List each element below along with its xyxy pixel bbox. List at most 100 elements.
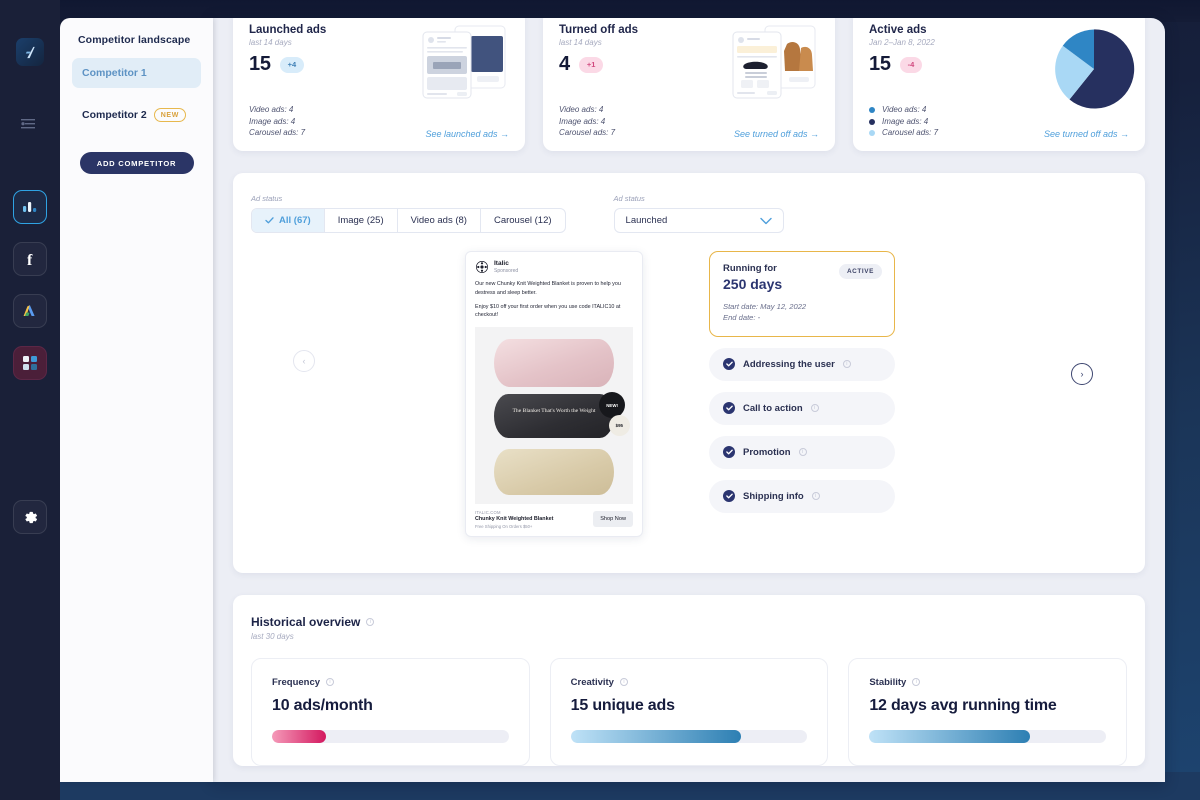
facebook-icon[interactable]: f — [13, 242, 47, 276]
apps-grid-glyph — [23, 356, 37, 370]
metric-label: Creativity — [570, 676, 614, 688]
ad-body-paragraph-2: Enjoy $10 off your first order when you … — [475, 303, 621, 319]
collapse-icon[interactable] — [19, 116, 41, 132]
breakdown-line: Video ads: 4 — [559, 105, 604, 115]
turned-off-ads-thumbnail — [725, 22, 821, 104]
ad-footer: ITALIC.COM Chunky Knit Weighted Blanket … — [466, 504, 642, 536]
sidebar-item-label: Competitor 2 — [82, 109, 147, 121]
see-launched-ads-link[interactable]: See launched ads → — [425, 129, 509, 139]
running-for-box: ACTIVE Running for 250 days Start date: … — [709, 251, 895, 337]
ad-body-text: Our new Chunky Knit Weighted Blanket is … — [466, 274, 642, 320]
ad-status-filter-group: Ad status Launched — [613, 194, 784, 233]
info-icon[interactable]: i — [810, 404, 819, 413]
blanket-cream — [493, 448, 615, 495]
tag-shipping-info[interactable]: Shipping info i — [709, 479, 895, 513]
ad-footer-shipping: Free Shipping On Orders $50+ — [475, 523, 533, 529]
metric-value: 15 unique ads — [570, 696, 675, 714]
ad-status-filter-label: Ad status — [613, 194, 645, 203]
blanket-dark — [493, 393, 615, 439]
ad-preview-card[interactable]: Italic Sponsored Our new Chunky Knit Wei… — [465, 251, 643, 537]
metric-label: Stability — [869, 676, 907, 688]
thumbnail-glyph — [422, 25, 506, 99]
metric-value: 10 ads/month — [272, 696, 373, 714]
ad-footer-title: Chunky Knit Weighted Blanket — [475, 516, 554, 523]
info-icon[interactable]: i — [366, 617, 375, 626]
icon-rail: f — [0, 0, 60, 800]
tab-label: Image (25) — [337, 215, 384, 226]
pie-chart-glyph — [1055, 29, 1135, 109]
price-badge-bubble: $95 — [608, 415, 630, 437]
ad-creative-image: The Blanket That's Worth the Weight NEW!… — [475, 326, 633, 504]
legend-dot-image — [869, 118, 875, 125]
tab-all[interactable]: All (67) — [252, 209, 325, 232]
breakdown-line: Image ads: 4 — [559, 116, 606, 126]
gear-glyph — [24, 511, 37, 523]
metric-label-row: Frequency i — [272, 677, 509, 688]
gear-icon[interactable] — [13, 500, 47, 534]
svg-text:f: f — [27, 252, 33, 268]
logo-glyph — [25, 46, 35, 58]
see-turned-off-ads-link[interactable]: See turned off ads → — [1044, 129, 1129, 139]
tag-promotion[interactable]: Promotion i — [709, 435, 895, 469]
facebook-glyph: f — [27, 252, 33, 268]
add-competitor-button[interactable]: ADD COMPETITOR — [79, 152, 194, 174]
tab-image[interactable]: Image (25) — [325, 209, 398, 232]
metric-progress-track — [272, 729, 509, 743]
tab-video-ads[interactable]: Video ads (8) — [398, 209, 481, 232]
stat-delta-badge: +4 — [279, 56, 305, 73]
sidebar-item-competitor-1[interactable]: Competitor 1 — [72, 58, 201, 88]
ad-body-paragraph-1: Our new Chunky Knit Weighted Blanket is … — [475, 281, 621, 296]
app-logo[interactable] — [16, 38, 44, 66]
carousel-prev-button[interactable]: ‹ — [293, 350, 315, 372]
brand-avatar — [475, 260, 488, 274]
shop-now-button[interactable]: Shop Now — [593, 511, 633, 528]
info-icon[interactable]: i — [326, 678, 335, 687]
legend-label: Carousel ads: 7 — [882, 128, 939, 138]
filters-row: Ad status All (67) Image (25) Video ads … — [233, 173, 1145, 233]
info-icon[interactable]: i — [842, 360, 851, 369]
info-icon[interactable]: i — [912, 678, 921, 687]
sidebar-title: Competitor landscape — [78, 34, 191, 46]
tab-carousel[interactable]: Carousel (12) — [481, 209, 565, 232]
check-glyph — [725, 405, 733, 411]
sidebar-item-competitor-2[interactable]: Competitor 2 NEW — [72, 100, 201, 130]
info-icon[interactable]: i — [811, 492, 820, 501]
legend-dot-carousel — [869, 130, 875, 137]
metric-card-creativity: Creativity i 15 unique ads — [549, 657, 829, 766]
carousel-next-button[interactable]: › — [1071, 363, 1093, 385]
see-turned-off-ads-link[interactable]: See turned off ads → — [734, 129, 819, 139]
stat-card-turned-off-ads: Turned off ads last 14 days 4 +1 Video a… — [543, 18, 835, 151]
apps-icon[interactable] — [13, 346, 47, 380]
tag-label: Shipping info — [743, 490, 804, 502]
ad-status-select[interactable]: Launched — [613, 208, 784, 233]
status-badge: ACTIVE — [838, 264, 882, 279]
tag-label: Addressing the user — [743, 358, 835, 370]
metric-label-row: Creativity i — [571, 677, 808, 688]
info-icon[interactable]: i — [619, 678, 628, 687]
brand-name: Italic — [494, 260, 509, 267]
historical-title-row: Historical overview i — [233, 595, 1145, 629]
sidebar-item-label: Competitor 1 — [82, 67, 147, 79]
collapse-glyph — [21, 119, 35, 129]
ad-preview-header: Italic Sponsored — [466, 260, 642, 274]
competitor-sidebar: Competitor landscape Competitor 1 Compet… — [60, 18, 213, 782]
creative-overlay-text: The Blanket That's Worth the Weight — [512, 408, 596, 415]
stat-card-value: 15 — [869, 53, 891, 75]
google-ads-icon[interactable] — [13, 294, 47, 328]
legend-label: Video ads: 4 — [882, 105, 927, 115]
tab-label: All (67) — [279, 215, 311, 226]
info-icon[interactable]: i — [798, 448, 807, 457]
active-ads-pie-chart — [1051, 26, 1137, 112]
blanket-pink — [493, 339, 615, 387]
stat-card-value: 4 — [559, 53, 570, 75]
brand-info: Italic Sponsored — [494, 260, 518, 274]
tag-addressing-the-user[interactable]: Addressing the user i — [709, 347, 895, 381]
analytics-icon[interactable] — [13, 190, 47, 224]
historical-overview-panel: Historical overview i last 30 days Frequ… — [233, 594, 1145, 766]
metric-progress-fill — [272, 729, 327, 743]
metric-card-frequency: Frequency i 10 ads/month — [251, 657, 530, 766]
tag-call-to-action[interactable]: Call to action i — [709, 391, 895, 425]
check-glyph — [725, 449, 733, 455]
metric-progress-track — [869, 729, 1107, 743]
check-icon — [723, 490, 735, 503]
